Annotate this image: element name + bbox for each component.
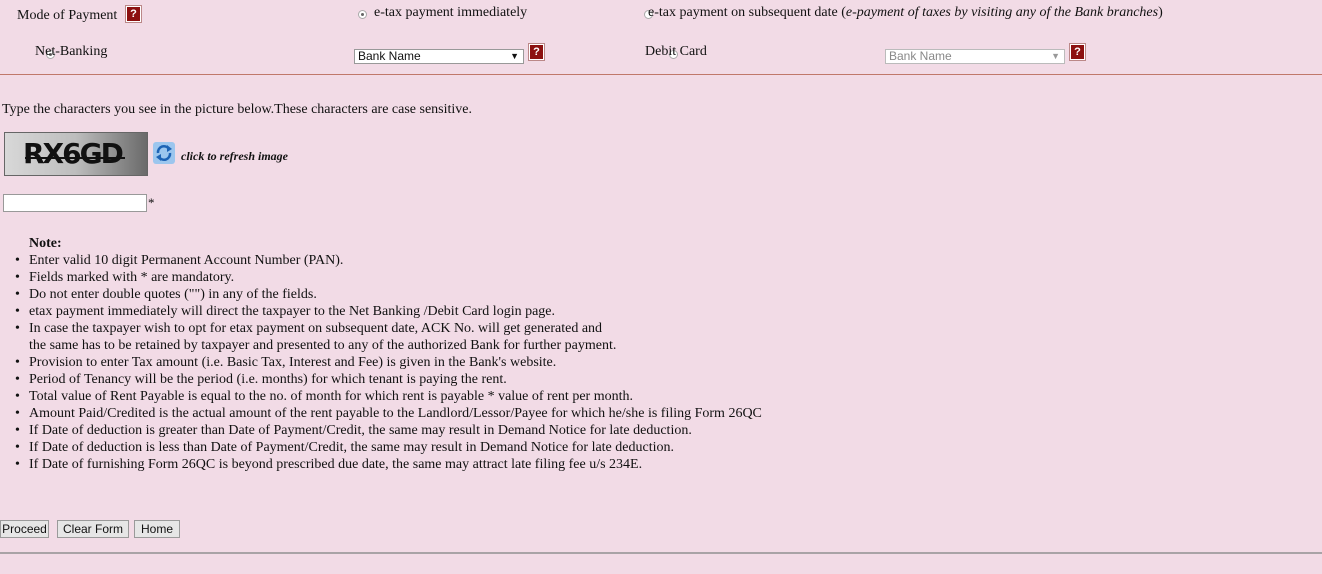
required-asterisk: * bbox=[148, 195, 155, 210]
list-item: Fields marked with * are mandatory. bbox=[15, 269, 762, 286]
list-item: Do not enter double quotes ("") in any o… bbox=[15, 286, 762, 303]
debitcard-bank-select-value: Bank Name bbox=[889, 49, 952, 63]
notes-heading: Note: bbox=[29, 236, 62, 251]
chevron-down-icon: ▼ bbox=[510, 51, 519, 61]
section-divider bbox=[0, 74, 1322, 75]
refresh-icon[interactable] bbox=[153, 142, 175, 164]
list-item: If Date of furnishing Form 26QC is beyon… bbox=[15, 456, 762, 473]
list-item-continuation: the same has to be retained by taxpayer … bbox=[29, 338, 617, 353]
etax-subsequent-note: e-payment of taxes by visiting any of th… bbox=[845, 5, 1159, 20]
list-item: etax payment immediately will direct the… bbox=[15, 303, 762, 320]
list-item: Provision to enter Tax amount (i.e. Basi… bbox=[15, 354, 762, 371]
etax-subsequent-label: e-tax payment on subsequent date (e-paym… bbox=[648, 5, 1163, 21]
list-item: Period of Tenancy will be the period (i.… bbox=[15, 371, 762, 388]
captcha-image: RX6GD bbox=[4, 132, 148, 176]
captcha-input[interactable] bbox=[3, 194, 147, 212]
captcha-image-text: RX6GD bbox=[23, 137, 124, 170]
captcha-noise-line bbox=[25, 157, 125, 159]
netbanking-label: Net-Banking bbox=[35, 44, 108, 59]
list-item: If Date of deduction is greater than Dat… bbox=[15, 422, 762, 439]
proceed-button[interactable]: Proceed bbox=[0, 520, 49, 538]
netbanking-bank-select[interactable]: Bank Name ▼ bbox=[354, 49, 524, 64]
etax-immediate-radio[interactable] bbox=[358, 10, 367, 20]
list-item: Amount Paid/Credited is the actual amoun… bbox=[15, 405, 762, 422]
mode-of-payment-label: Mode of Payment bbox=[17, 8, 118, 23]
mode-of-payment-help-icon[interactable]: ? bbox=[126, 6, 141, 22]
list-item: Total value of Rent Payable is equal to … bbox=[15, 388, 762, 405]
clear-form-button[interactable]: Clear Form bbox=[57, 520, 129, 538]
etax-subsequent-close: ) bbox=[1158, 5, 1163, 20]
home-button[interactable]: Home bbox=[134, 520, 180, 538]
netbanking-help-icon[interactable]: ? bbox=[529, 44, 544, 60]
debitcard-label: Debit Card bbox=[645, 44, 707, 59]
notes-list: Enter valid 10 digit Permanent Account N… bbox=[15, 252, 762, 473]
chevron-down-icon: ▼ bbox=[1051, 51, 1060, 61]
list-item: In case the taxpayer wish to opt for eta… bbox=[15, 320, 762, 337]
netbanking-bank-select-value: Bank Name bbox=[358, 49, 421, 63]
list-item: If Date of deduction is less than Date o… bbox=[15, 439, 762, 456]
notes-section: Note: Enter valid 10 digit Permanent Acc… bbox=[15, 235, 762, 473]
debitcard-bank-select[interactable]: Bank Name ▼ bbox=[885, 49, 1065, 64]
refresh-image-link[interactable]: click to refresh image bbox=[181, 149, 288, 164]
list-item: Enter valid 10 digit Permanent Account N… bbox=[15, 252, 762, 269]
captcha-instruction: Type the characters you see in the pictu… bbox=[2, 102, 472, 117]
etax-subsequent-text: e-tax payment on subsequent date ( bbox=[648, 5, 846, 20]
debitcard-help-icon[interactable]: ? bbox=[1070, 44, 1085, 60]
footer-divider bbox=[0, 552, 1322, 554]
etax-immediate-label: e-tax payment immediately bbox=[374, 5, 528, 20]
